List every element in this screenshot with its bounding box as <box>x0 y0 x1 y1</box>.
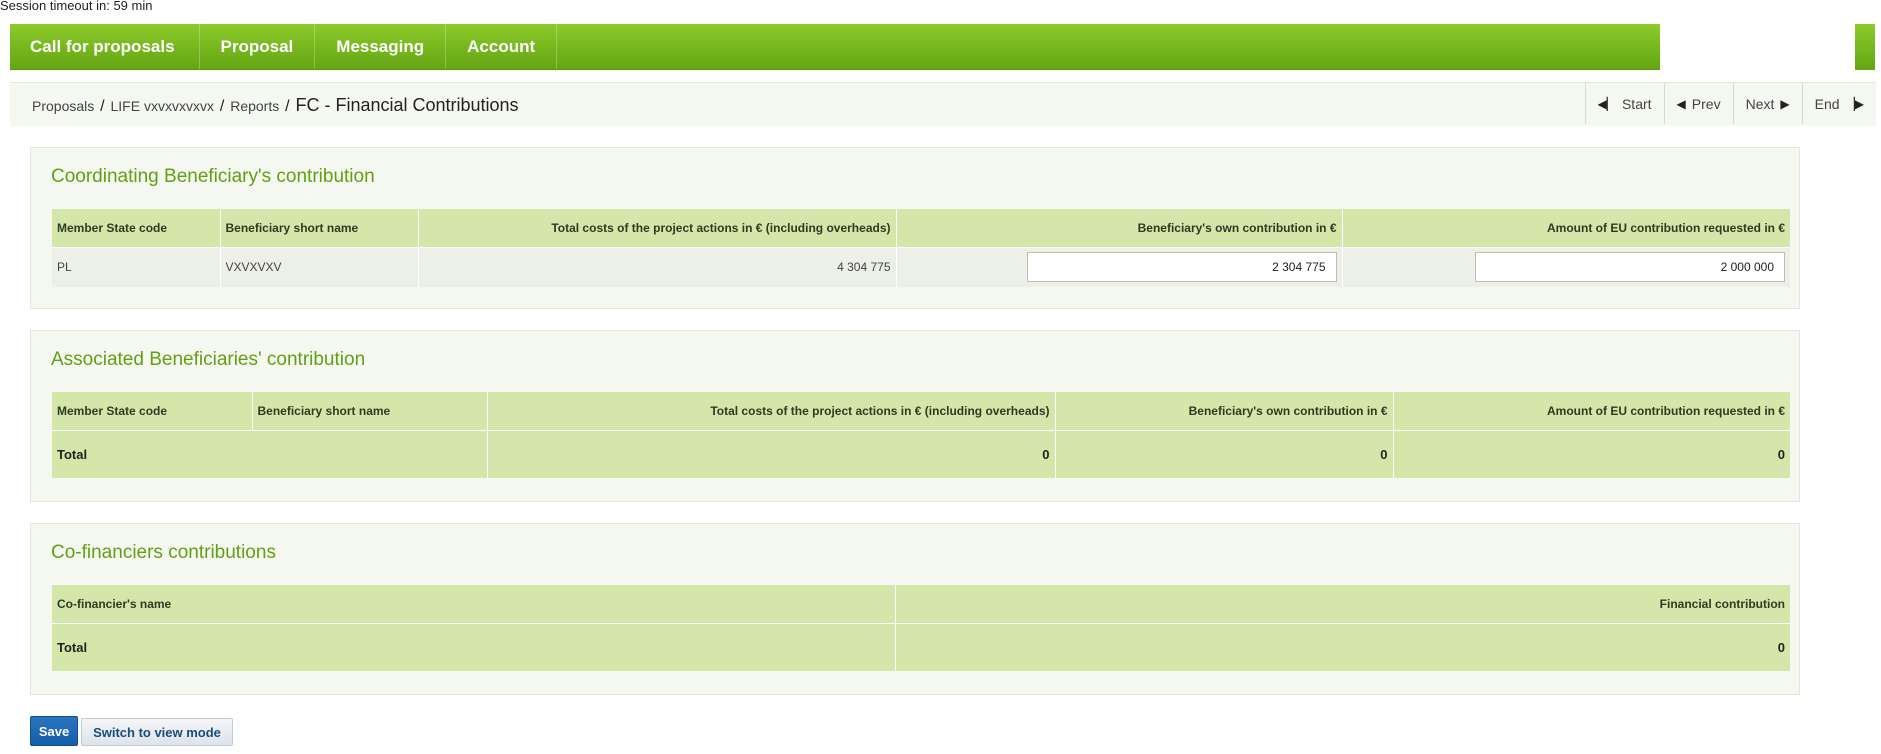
col-eu-contribution: Amount of EU contribution requested in € <box>1393 392 1790 431</box>
pager-next-button[interactable]: Next ▶ <box>1732 83 1802 124</box>
pager-next-label: Next <box>1745 95 1775 112</box>
coordinating-beneficiary-title: Coordinating Beneficiary's contribution <box>51 166 375 187</box>
breadcrumb: Proposals / LIFE vxvxvxvxvx / Reports / … <box>32 95 519 116</box>
pager-start-label: Start <box>1621 95 1652 112</box>
pager-prev-button[interactable]: ◀ Prev <box>1663 83 1733 124</box>
skip-start-icon: ◀▏ <box>1597 96 1616 111</box>
col-total-costs: Total costs of the project actions in € … <box>487 392 1056 431</box>
col-beneficiary-short-name: Beneficiary short name <box>252 392 488 431</box>
pager-end-label: End <box>1814 95 1840 112</box>
switch-to-view-mode-button[interactable]: Switch to view mode <box>81 718 233 746</box>
breadcrumb-separator: / <box>219 98 225 115</box>
pager: ◀▏ Start ◀ Prev Next ▶ End ▕▶ <box>1584 83 1876 124</box>
col-total-costs: Total costs of the project actions in € … <box>418 209 897 248</box>
cell-own-contribution: 0 <box>1055 430 1394 478</box>
breadcrumb-bar: Proposals / LIFE vxvxvxvxvx / Reports / … <box>10 82 1876 126</box>
table-header-row: Member State code Beneficiary short name… <box>52 392 1790 431</box>
associated-beneficiaries-title: Associated Beneficiaries' contribution <box>51 349 366 370</box>
arrow-left-icon: ◀ <box>1676 96 1686 111</box>
coordinating-beneficiary-table: Member State code Beneficiary short name… <box>52 209 1790 287</box>
breadcrumb-proposals[interactable]: Proposals <box>32 98 94 114</box>
session-timeout: Session timeout in: 59 min <box>0 0 153 13</box>
col-own-contribution: Beneficiary's own contribution in € <box>1055 392 1394 431</box>
col-beneficiary-short-name: Beneficiary short name <box>220 209 419 248</box>
table-total-row: Total 0 0 0 <box>52 430 1790 478</box>
cell-eu-contribution <box>1342 247 1790 287</box>
save-button[interactable]: Save <box>30 716 78 746</box>
nav-messaging[interactable]: Messaging <box>315 24 447 69</box>
pager-end-button[interactable]: End ▕▶ <box>1801 83 1876 124</box>
table-header-row: Member State code Beneficiary short name… <box>52 209 1790 248</box>
associated-beneficiaries-table: Member State code Beneficiary short name… <box>52 392 1790 478</box>
col-member-state-code: Member State code <box>52 209 221 248</box>
pager-prev-label: Prev <box>1691 95 1721 112</box>
arrow-right-icon: ▶ <box>1780 96 1790 111</box>
cell-eu-contribution: 0 <box>1393 430 1790 478</box>
own-contribution-input[interactable] <box>1026 252 1337 283</box>
nav-account[interactable]: Account <box>446 24 558 69</box>
cell-total-costs: 4 304 775 <box>418 247 897 287</box>
associated-beneficiaries-panel: Associated Beneficiaries' contribution M… <box>30 330 1800 502</box>
navbar-edge <box>1855 24 1875 70</box>
cell-total-label: Total <box>52 430 488 478</box>
skip-end-icon: ▕▶ <box>1845 96 1864 111</box>
table-header-row: Co-financier's name Financial contributi… <box>52 585 1790 624</box>
cofinanciers-title: Co-financiers contributions <box>51 542 276 563</box>
cell-beneficiary-short-name: VXVXVXV <box>220 247 419 287</box>
cell-total-label: Total <box>52 623 896 671</box>
main-navbar: Call for proposals Proposal Messaging Ac… <box>10 24 1660 70</box>
cell-total-costs: 0 <box>487 430 1056 478</box>
cofinanciers-panel: Co-financiers contributions Co-financier… <box>30 523 1800 695</box>
breadcrumb-separator: / <box>285 98 290 115</box>
col-cofinancier-name: Co-financier's name <box>52 585 896 624</box>
pager-start-button[interactable]: ◀▏ Start <box>1584 83 1664 124</box>
breadcrumb-proposal-id[interactable]: LIFE vxvxvxvxvx <box>111 98 214 114</box>
eu-contribution-input[interactable] <box>1475 252 1785 283</box>
breadcrumb-reports[interactable]: Reports <box>230 98 279 114</box>
col-financial-contribution: Financial contribution <box>895 585 1790 624</box>
cofinanciers-table: Co-financier's name Financial contributi… <box>52 585 1790 671</box>
col-member-state-code: Member State code <box>52 392 253 431</box>
breadcrumb-current: FC - Financial Contributions <box>295 95 519 115</box>
cell-member-state-code: PL <box>52 247 221 287</box>
nav-proposal[interactable]: Proposal <box>200 24 316 69</box>
cell-own-contribution <box>896 247 1343 287</box>
cell-financial-contribution: 0 <box>895 623 1790 671</box>
col-own-contribution: Beneficiary's own contribution in € <box>896 209 1343 248</box>
nav-call-for-proposals[interactable]: Call for proposals <box>10 24 200 69</box>
table-total-row: Total 0 <box>52 623 1790 671</box>
table-row: PL VXVXVXV 4 304 775 <box>52 247 1790 287</box>
col-eu-contribution: Amount of EU contribution requested in € <box>1342 209 1790 248</box>
breadcrumb-separator: / <box>100 98 105 115</box>
coordinating-beneficiary-panel: Coordinating Beneficiary's contribution … <box>30 147 1800 309</box>
